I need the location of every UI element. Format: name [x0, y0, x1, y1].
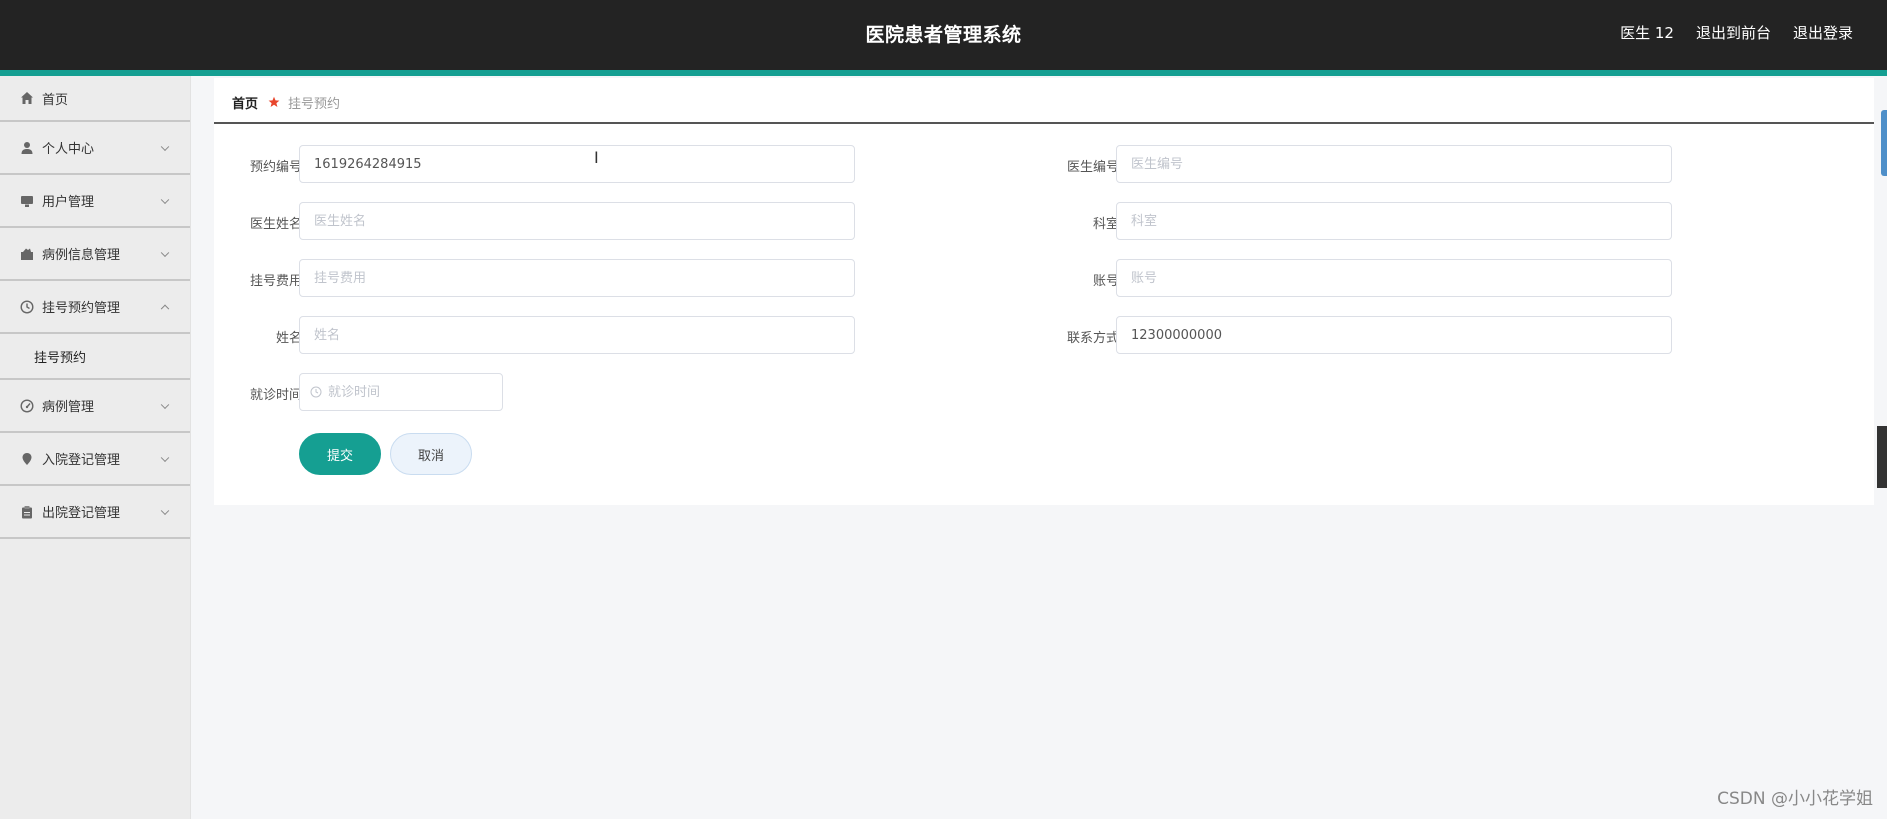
- appointment-no-label: 预约编号: [249, 160, 302, 175]
- sidebar-item-label: 首页: [42, 92, 69, 108]
- sidebar-item-label: 入院登记管理: [42, 453, 121, 468]
- sidebar-item-case-info-management[interactable]: 病例信息管理: [0, 228, 190, 281]
- app-title: 医院患者管理系统: [865, 24, 1022, 46]
- visit-time-label: 就诊时间: [249, 388, 302, 403]
- breadcrumb: 首页 挂号预约: [232, 92, 340, 112]
- cancel-button[interactable]: 取消: [390, 433, 472, 475]
- side-scroll-handle[interactable]: [1877, 426, 1887, 488]
- chevron-down-icon: [160, 400, 170, 409]
- chevron-down-icon: [160, 248, 170, 257]
- visit-time-input[interactable]: [328, 384, 498, 400]
- contact-label: 联系方式: [1066, 331, 1119, 346]
- sidebar-item-label: 病例管理: [42, 400, 95, 415]
- visit-time-picker[interactable]: [299, 373, 503, 411]
- current-user-label[interactable]: 医生 12: [1620, 22, 1674, 43]
- breadcrumb-current: 挂号预约: [288, 96, 341, 112]
- clipboard-icon: [20, 505, 34, 519]
- home-icon: [20, 91, 34, 105]
- clock-icon: [20, 299, 34, 314]
- sidebar-item-home[interactable]: 首页: [0, 76, 190, 122]
- monitor-icon: [20, 194, 34, 208]
- department-input[interactable]: [1116, 202, 1672, 240]
- submit-button[interactable]: 提交: [299, 433, 381, 475]
- doctor-name-input[interactable]: [299, 202, 855, 240]
- user-icon: [20, 141, 34, 155]
- fee-input[interactable]: [299, 259, 855, 297]
- breadcrumb-home[interactable]: 首页: [232, 93, 258, 112]
- name-input[interactable]: [299, 316, 855, 354]
- department-label: 科室: [1092, 217, 1119, 232]
- back-to-front-link[interactable]: 退出到前台: [1696, 22, 1771, 43]
- location-icon: [20, 452, 34, 466]
- top-header: 医院患者管理系统 医生 12 退出到前台 退出登录: [0, 0, 1887, 70]
- sidebar-item-label: 病例信息管理: [42, 248, 121, 263]
- sidebar-subitem-appointment[interactable]: 挂号预约: [0, 334, 190, 380]
- doctor-no-label: 医生编号: [1066, 160, 1119, 175]
- sidebar-item-label: 出院登记管理: [42, 506, 121, 521]
- chevron-down-icon: [160, 453, 170, 462]
- sidebar-item-user-management[interactable]: 用户管理: [0, 175, 190, 228]
- form-panel: 首页 挂号预约 预约编号 医生编号 医生姓名 科室 挂号费用 账号 姓名 联系方…: [214, 78, 1874, 505]
- name-label: 姓名: [275, 331, 302, 346]
- doctor-no-input[interactable]: [1116, 145, 1672, 183]
- chevron-down-icon: [160, 506, 170, 515]
- sidebar-item-case-management[interactable]: 病例管理: [0, 380, 190, 433]
- sidebar-item-admission-management[interactable]: 入院登记管理: [0, 433, 190, 486]
- header-links: 医生 12 退出到前台 退出登录: [1620, 22, 1853, 43]
- header-accent-bar: [0, 70, 1887, 76]
- logout-link[interactable]: 退出登录: [1793, 22, 1853, 43]
- account-label: 账号: [1092, 274, 1119, 289]
- breadcrumb-divider: [214, 122, 1874, 124]
- sidebar: 首页 个人中心 用户管理 病例信息管理 挂号预约管理 挂号预约 病例管理 入院登…: [0, 76, 191, 819]
- sidebar-item-personal-center[interactable]: 个人中心: [0, 122, 190, 175]
- scroll-indicator[interactable]: [1881, 110, 1887, 176]
- doctor-name-label: 医生姓名: [249, 217, 302, 232]
- breadcrumb-separator-icon: [268, 96, 280, 108]
- chevron-up-icon: [160, 304, 170, 313]
- clock-icon: [310, 383, 322, 402]
- sidebar-item-label: 个人中心: [42, 142, 95, 157]
- account-input[interactable]: [1116, 259, 1672, 297]
- sidebar-item-label: 用户管理: [42, 195, 95, 210]
- sidebar-item-label: 挂号预约管理: [42, 301, 121, 316]
- gauge-icon: [20, 398, 34, 413]
- text-cursor-icon: I: [594, 148, 599, 167]
- sidebar-subitem-label: 挂号预约: [34, 350, 87, 366]
- fee-label: 挂号费用: [249, 274, 302, 289]
- appointment-no-input[interactable]: [299, 145, 855, 183]
- medical-bag-icon: [20, 247, 34, 261]
- contact-input[interactable]: [1116, 316, 1672, 354]
- sidebar-item-discharge-management[interactable]: 出院登记管理: [0, 486, 190, 539]
- chevron-down-icon: [160, 195, 170, 204]
- watermark: CSDN @小小花学姐: [1717, 789, 1873, 809]
- chevron-down-icon: [160, 142, 170, 151]
- sidebar-item-appointment-management[interactable]: 挂号预约管理: [0, 281, 190, 334]
